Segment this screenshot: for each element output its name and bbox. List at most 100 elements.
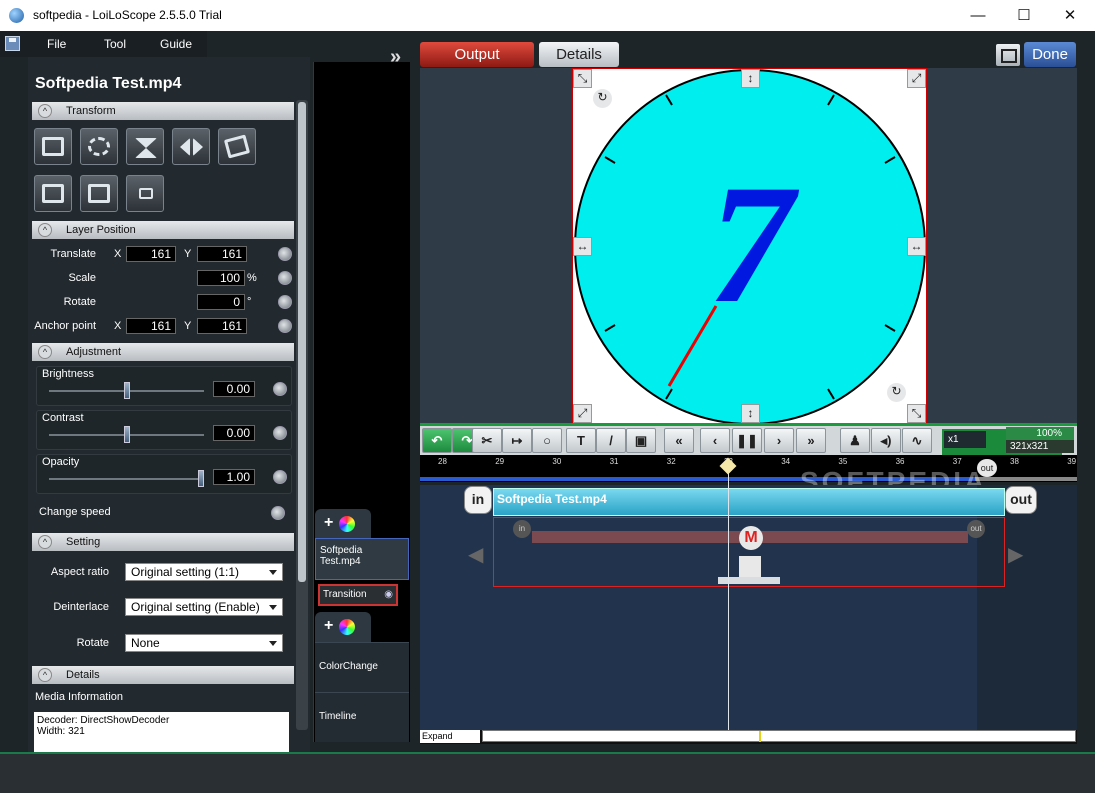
section-setting[interactable]: ^ Setting (32, 533, 294, 551)
text-icon[interactable]: T (566, 428, 596, 453)
menu-tool[interactable]: Tool (104, 37, 126, 51)
resize-handle-bottom-right[interactable]: ⤡ (907, 404, 926, 423)
timeline-scrollbar[interactable] (482, 730, 1076, 742)
next-icon[interactable]: › (764, 428, 794, 453)
save-icon[interactable] (5, 36, 20, 51)
add-effect-tab[interactable]: + (315, 612, 371, 642)
waveform-icon[interactable]: ∿ (902, 428, 932, 453)
reset-icon[interactable] (278, 319, 292, 333)
fit-button[interactable] (34, 128, 72, 165)
resize-handle-bottom[interactable]: ↕ (741, 404, 760, 423)
color-change-layer[interactable]: ColorChange (315, 642, 409, 692)
snapshot-icon[interactable]: ▣ (626, 428, 656, 453)
section-adjustment[interactable]: ^ Adjustment (32, 343, 294, 361)
resize-handle-top[interactable]: ↕ (741, 69, 760, 88)
anchor-x-field[interactable]: 161 (126, 318, 176, 334)
chevron-left-icon[interactable]: ◀ (468, 542, 490, 566)
scale-field[interactable]: 100 (197, 270, 245, 286)
output-button[interactable]: Output (420, 42, 534, 67)
opacity-track[interactable] (49, 478, 204, 480)
out-marker[interactable]: out (977, 459, 997, 477)
reset-icon[interactable] (273, 382, 287, 396)
maximize-button[interactable]: ☐ (1001, 0, 1047, 31)
tilt-button[interactable] (218, 128, 256, 165)
original-size-button[interactable] (126, 175, 164, 212)
resize-handle-bottom-left[interactable]: ⤢ (573, 404, 592, 423)
expand-select[interactable]: Expand (420, 730, 480, 743)
zoom-select[interactable]: 100% (1006, 427, 1074, 440)
rotate-button[interactable] (80, 128, 118, 165)
resize-handle-left[interactable]: ↔ (573, 237, 592, 256)
pen-icon[interactable]: / (596, 428, 626, 453)
menu-file[interactable]: File (47, 37, 66, 51)
fit-width-button[interactable] (34, 175, 72, 212)
volume-icon[interactable]: ◂) (871, 428, 901, 453)
prev-icon[interactable]: ‹ (700, 428, 730, 453)
minimize-button[interactable]: — (955, 0, 1001, 31)
anchor-y-field[interactable]: 161 (197, 318, 247, 334)
translate-x-field[interactable]: 161 (126, 246, 176, 262)
change-speed-icon[interactable] (271, 506, 285, 520)
rotate-select[interactable]: None (125, 634, 283, 652)
undo-button[interactable]: ↶ (422, 428, 452, 453)
shape-icon[interactable]: ○ (532, 428, 562, 453)
reset-icon[interactable] (278, 247, 292, 261)
reset-icon[interactable] (273, 426, 287, 440)
timeline-clip[interactable]: Softpedia Test.mp4 (493, 488, 1005, 516)
contrast-field[interactable]: 0.00 (213, 425, 255, 441)
resize-handle-top-right[interactable]: ⤢ (907, 69, 926, 88)
contrast-thumb[interactable] (123, 426, 130, 443)
split-icon[interactable]: ↦ (502, 428, 532, 453)
resize-handle-top-left[interactable]: ⤡ (573, 69, 592, 88)
transition-in-handle[interactable]: in (513, 520, 531, 538)
hourglass-icon[interactable] (739, 556, 761, 578)
resize-handle-right[interactable]: ↔ (907, 237, 926, 256)
brightness-field[interactable]: 0.00 (213, 381, 255, 397)
fast-forward-icon[interactable]: » (796, 428, 826, 453)
properties-scrollbar[interactable] (296, 100, 308, 730)
transition-layer[interactable]: Transition ◉ (318, 584, 398, 606)
narration-icon[interactable]: ♟ (840, 428, 870, 453)
flip-horizontal-button[interactable] (172, 128, 210, 165)
reset-icon[interactable] (273, 470, 287, 484)
timeline-layer[interactable]: Timeline (315, 692, 409, 742)
resolution-select[interactable]: 321x321 (1006, 440, 1074, 453)
section-layer-position[interactable]: ^ Layer Position (32, 221, 294, 239)
menu-guide[interactable]: Guide (160, 37, 192, 51)
expand-panel-icon[interactable]: » (390, 46, 401, 69)
aspect-ratio-select[interactable]: Original setting (1:1) (125, 563, 283, 581)
section-transform[interactable]: ^ Transform (32, 102, 294, 120)
fit-height-button[interactable] (80, 175, 118, 212)
rotate-field[interactable]: 0 (197, 294, 245, 310)
rotate-handle-icon[interactable]: ↻ (593, 89, 612, 108)
flip-vertical-button[interactable] (126, 128, 164, 165)
speed-select[interactable]: x1 (944, 431, 986, 448)
eye-icon[interactable]: ◉ (384, 586, 393, 604)
rewind-icon[interactable]: « (664, 428, 694, 453)
pause-icon[interactable]: ❚❚ (732, 428, 762, 453)
marker-button[interactable]: M (739, 526, 763, 550)
scrollbar-grip[interactable] (298, 102, 306, 582)
cut-icon[interactable]: ✂ (472, 428, 502, 453)
in-point-button[interactable]: in (464, 486, 492, 514)
done-button[interactable]: Done (1024, 42, 1076, 67)
translate-y-field[interactable]: 161 (197, 246, 247, 262)
reset-icon[interactable] (278, 271, 292, 285)
opacity-field[interactable]: 1.00 (213, 469, 255, 485)
close-button[interactable]: ✕ (1047, 0, 1093, 31)
fullscreen-button[interactable] (996, 44, 1020, 66)
transition-out-handle[interactable]: out (967, 520, 985, 538)
opacity-thumb[interactable] (198, 470, 204, 487)
section-details[interactable]: ^ Details (32, 666, 294, 684)
layer-clip[interactable]: Softpedia Test.mp4 (315, 538, 409, 580)
preview-canvas[interactable]: 7 ⤡ ↕ ⤢ ↔ ↔ ⤢ ↕ ⤡ ↻ ↻ (572, 68, 927, 425)
chevron-right-icon[interactable]: ▶ (1008, 542, 1030, 566)
brightness-thumb[interactable] (123, 382, 130, 399)
playhead[interactable] (728, 460, 729, 730)
details-button[interactable]: Details (539, 42, 619, 67)
rotate-handle-icon[interactable]: ↻ (887, 383, 906, 402)
deinterlace-select[interactable]: Original setting (Enable) (125, 598, 283, 616)
reset-icon[interactable] (278, 295, 292, 309)
out-point-button[interactable]: out (1005, 486, 1037, 514)
add-effect-tab[interactable]: + (315, 509, 371, 539)
